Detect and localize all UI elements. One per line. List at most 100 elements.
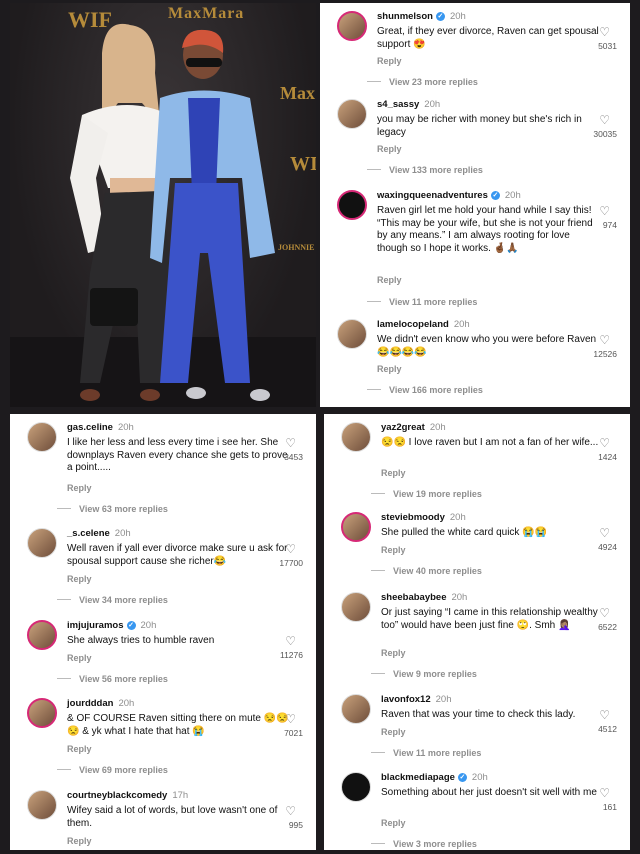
timestamp: 20h: [114, 528, 131, 539]
like-count: 1424: [598, 452, 617, 462]
avatar[interactable]: [27, 790, 57, 820]
heart-outline-icon[interactable]: ♡: [599, 334, 610, 346]
like-count: 7021: [284, 728, 303, 738]
avatar[interactable]: [341, 772, 371, 802]
comment: steviebmoody 20h She pulled the white car…: [324, 512, 630, 584]
like-count: 6522: [598, 622, 617, 632]
heart-outline-icon[interactable]: ♡: [599, 114, 610, 126]
view-replies-button[interactable]: View 56 more replies: [79, 674, 168, 684]
reply-button[interactable]: Reply: [377, 275, 402, 285]
reply-button[interactable]: Reply: [67, 836, 92, 846]
reply-button[interactable]: Reply: [377, 56, 402, 66]
username[interactable]: courtneyblackcomedy 17h: [67, 790, 188, 801]
username[interactable]: steviebmoody 20h: [381, 512, 466, 523]
timestamp: 20h: [117, 422, 134, 433]
heart-outline-icon[interactable]: ♡: [599, 205, 610, 217]
username[interactable]: blackmediapage ✓ 20h: [381, 772, 488, 783]
like-count: 974: [602, 220, 617, 230]
comment: lamelocopeland 20h We didn't even know wh…: [320, 319, 630, 404]
view-replies-button[interactable]: View 9 more replies: [393, 669, 477, 679]
username[interactable]: sheebabaybee 20h: [381, 592, 467, 603]
comment: lavonfox12 20h Raven that was your time t…: [324, 694, 630, 766]
heart-outline-icon[interactable]: ♡: [285, 437, 296, 449]
avatar[interactable]: [337, 319, 367, 349]
heart-outline-icon[interactable]: ♡: [599, 607, 610, 619]
avatar[interactable]: [337, 11, 367, 41]
comment: shunmelson ✓ 20h Great, if they ever divor…: [320, 11, 630, 91]
reply-button[interactable]: Reply: [377, 144, 402, 154]
timestamp: 20h: [429, 422, 446, 433]
username[interactable]: jourdddan 20h: [67, 698, 134, 709]
avatar[interactable]: [27, 422, 57, 452]
timestamp: 20h: [449, 512, 466, 523]
heart-outline-icon[interactable]: ♡: [599, 709, 610, 721]
view-replies-button[interactable]: View 23 more replies: [389, 77, 478, 87]
view-replies-button[interactable]: View 3 more replies: [393, 839, 477, 849]
like-count: 3453: [284, 452, 303, 462]
reply-button[interactable]: Reply: [67, 574, 92, 584]
reply-button[interactable]: Reply: [381, 468, 406, 478]
comment: gas.celine 20h I like her less and less e…: [10, 422, 316, 517]
avatar[interactable]: [341, 512, 371, 542]
avatar[interactable]: [341, 592, 371, 622]
avatar[interactable]: [27, 698, 57, 728]
view-replies-button[interactable]: View 63 more replies: [79, 504, 168, 514]
view-replies-button[interactable]: View 19 more replies: [393, 489, 482, 499]
username[interactable]: yaz2great 20h: [381, 422, 446, 433]
avatar[interactable]: [341, 694, 371, 724]
reply-button[interactable]: Reply: [377, 364, 402, 374]
comment-text: We didn't even know who you were before …: [377, 334, 597, 358]
heart-outline-icon[interactable]: ♡: [285, 543, 296, 555]
reply-button[interactable]: Reply: [381, 818, 406, 828]
timestamp: 17h: [172, 790, 189, 801]
heart-outline-icon[interactable]: ♡: [599, 787, 610, 799]
reply-button[interactable]: Reply: [67, 744, 92, 754]
avatar[interactable]: [337, 99, 367, 129]
heart-outline-icon[interactable]: ♡: [285, 713, 296, 725]
username[interactable]: lamelocopeland 20h: [377, 319, 470, 330]
timestamp: 20h: [424, 99, 441, 110]
reply-button[interactable]: Reply: [381, 648, 406, 658]
reply-button[interactable]: Reply: [67, 483, 92, 493]
username[interactable]: gas.celine 20h: [67, 422, 134, 433]
view-replies-button[interactable]: View 166 more replies: [389, 385, 483, 395]
username[interactable]: lavonfox12 20h: [381, 694, 452, 705]
heart-outline-icon[interactable]: ♡: [285, 635, 296, 647]
view-replies-button[interactable]: View 133 more replies: [389, 165, 483, 175]
timestamp: 20h: [140, 620, 157, 631]
view-replies-button[interactable]: View 11 more replies: [393, 748, 481, 758]
view-replies-button[interactable]: View 69 more replies: [79, 765, 168, 775]
reply-button[interactable]: Reply: [381, 545, 406, 555]
username[interactable]: waxingqueenadventures ✓ 20h: [377, 190, 521, 201]
reply-button[interactable]: Reply: [381, 727, 406, 737]
reply-button[interactable]: Reply: [67, 653, 92, 663]
event-photo: WIF MaxMara Max WIF JOHNNIE: [10, 3, 316, 407]
comment: _s.celene 20h Well raven if yall ever div…: [10, 528, 316, 613]
timestamp: 20h: [471, 772, 488, 783]
heart-outline-icon[interactable]: ♡: [285, 805, 296, 817]
avatar[interactable]: [27, 528, 57, 558]
like-count: 12526: [593, 349, 617, 359]
username[interactable]: shunmelson ✓ 20h: [377, 11, 466, 22]
avatar[interactable]: [27, 620, 57, 650]
heart-outline-icon[interactable]: ♡: [599, 437, 610, 449]
like-count: 4924: [598, 542, 617, 552]
username[interactable]: _s.celene 20h: [67, 528, 131, 539]
username[interactable]: imjujuramos ✓ 20h: [67, 620, 156, 631]
comment-text: She pulled the white card quick 😭😭: [381, 527, 548, 538]
avatar[interactable]: [337, 190, 367, 220]
avatar[interactable]: [341, 422, 371, 452]
username[interactable]: s4_sassy 20h: [377, 99, 440, 110]
view-replies-button[interactable]: View 40 more replies: [393, 566, 482, 576]
like-count: 995: [288, 820, 303, 830]
comment: blackmediapage ✓ 20h Something about her j…: [324, 772, 630, 850]
view-replies-button[interactable]: View 11 more replies: [389, 297, 477, 307]
comment: yaz2great 20h 😒😒 I love raven but I am no…: [324, 422, 630, 507]
like-count: 30035: [593, 129, 617, 139]
timestamp: 20h: [435, 694, 452, 705]
view-replies-button[interactable]: View 34 more replies: [79, 595, 168, 605]
heart-outline-icon[interactable]: ♡: [599, 26, 610, 38]
heart-outline-icon[interactable]: ♡: [599, 527, 610, 539]
like-count: 5031: [598, 41, 617, 51]
verified-badge-icon: ✓: [457, 773, 467, 782]
